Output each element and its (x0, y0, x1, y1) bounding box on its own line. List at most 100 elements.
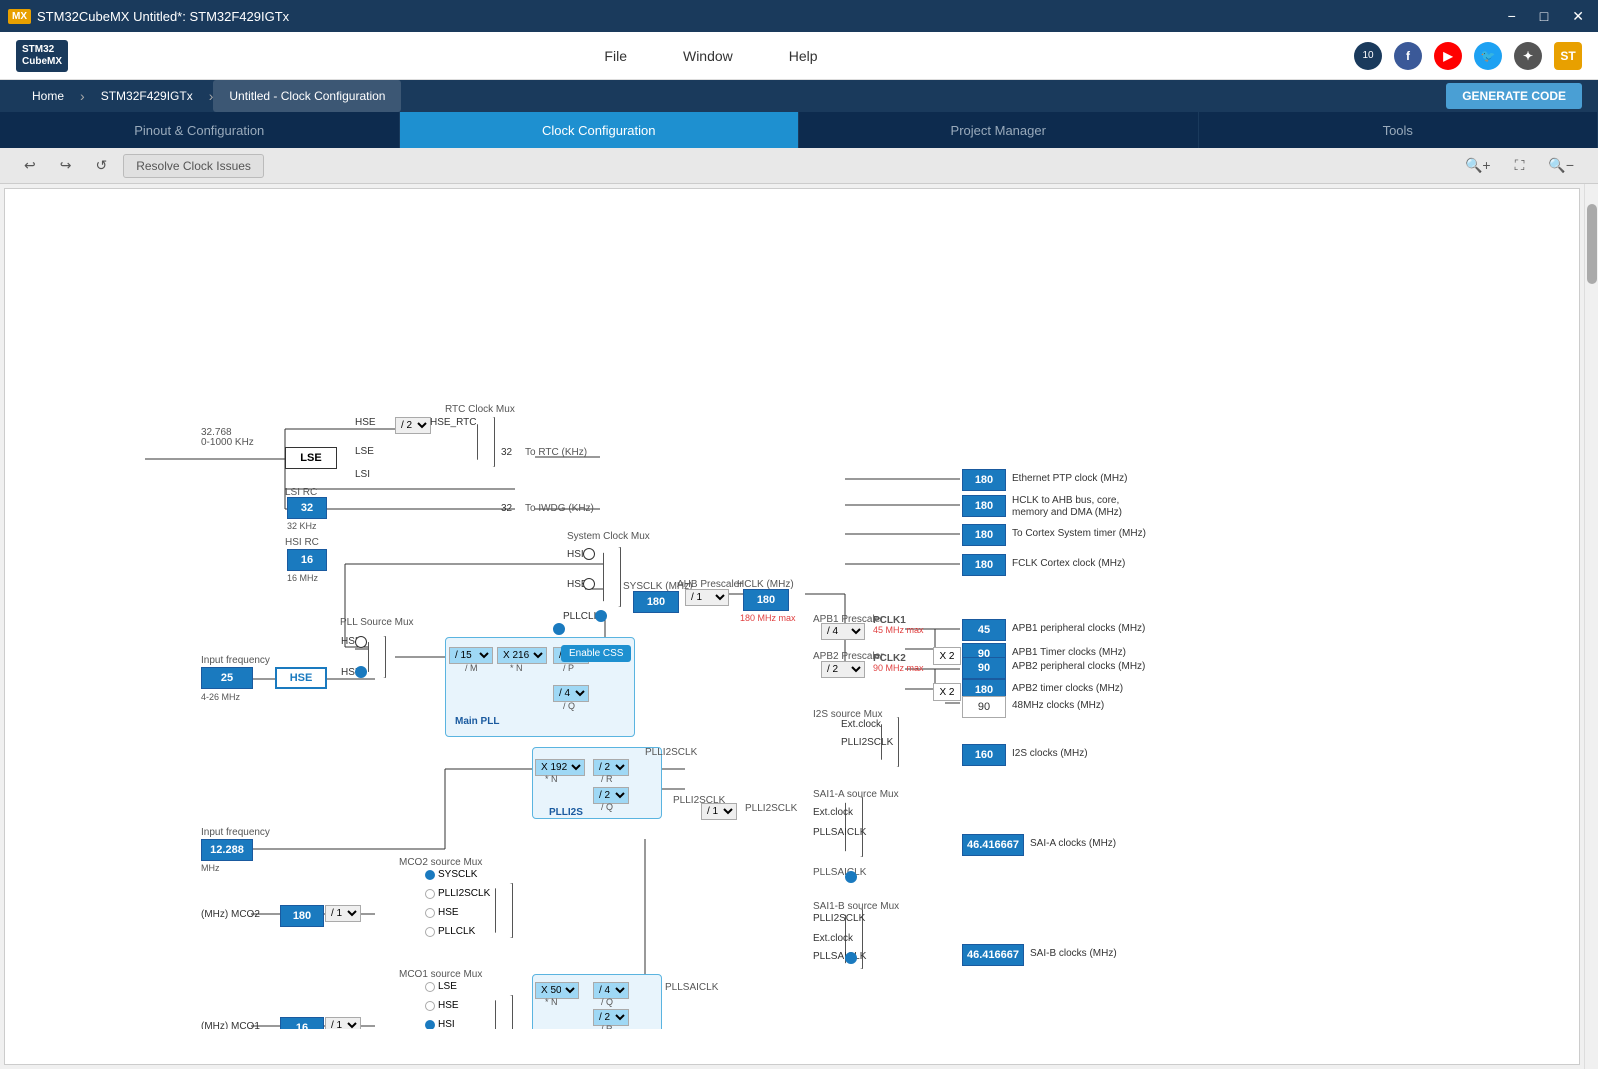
plli2s-n-select[interactable]: X 192X 216 (535, 759, 585, 776)
mco1-hsi-radio[interactable] (425, 1020, 435, 1030)
breadcrumb-current[interactable]: Untitled - Clock Configuration (213, 80, 401, 112)
ext-clock-sai-a: Ext.clock (813, 807, 853, 818)
close-button[interactable]: ✕ (1566, 8, 1590, 25)
cortex-sys-label: To Cortex System timer (MHz) (1012, 528, 1146, 539)
hse-freq-value[interactable]: 25 (201, 667, 253, 689)
pllsaiclk-sai-a: PLLSAICLK (813, 827, 866, 838)
scrollbar[interactable] (1584, 184, 1598, 1069)
sys-hse-radio[interactable] (583, 578, 595, 590)
mco1-source-label: MCO1 source Mux (399, 969, 482, 980)
generate-code-button[interactable]: GENERATE CODE (1446, 83, 1582, 109)
48mhz-val: 90 (962, 696, 1006, 718)
ahb-div-select[interactable]: / 1/ 2/ 4 (685, 589, 729, 606)
sys-pllclk-radio[interactable] (595, 610, 607, 622)
apb2-div-select[interactable]: / 2/ 1/ 4/ 8/ 16 (821, 661, 865, 678)
mco2-pllclk-radio[interactable] (425, 927, 435, 937)
hclk-value[interactable]: 180 (743, 589, 789, 611)
resolve-clock-issues-button[interactable]: Resolve Clock Issues (123, 154, 264, 178)
zoom-out-button[interactable]: 🔍− (1540, 153, 1582, 178)
lsi-khz: 32 KHz (287, 521, 317, 531)
window-controls: − □ ✕ (1502, 8, 1590, 25)
n-mul-select[interactable]: X 216X 192X 432 (497, 647, 547, 664)
plli2sclk-label1: PLLI2SCLK (645, 747, 697, 758)
twitter-icon[interactable]: 🐦 (1474, 42, 1502, 70)
mco2-source-label: MCO2 source Mux (399, 857, 482, 868)
apb1-peripheral-val: 45 (962, 619, 1006, 641)
network-icon[interactable]: ✦ (1514, 42, 1542, 70)
mco2-hse-radio[interactable] (425, 908, 435, 918)
mco2-sysclk-radio[interactable] (425, 870, 435, 880)
refresh-button[interactable]: ↺ (87, 153, 115, 178)
minimize-button[interactable]: − (1502, 8, 1522, 25)
zoom-in-button[interactable]: 🔍+ (1457, 153, 1499, 178)
sai-b-val: 46.416667 (962, 944, 1024, 966)
ethernet-label: Ethernet PTP clock (MHz) (1012, 473, 1127, 484)
m-div-select[interactable]: / 15/ 4/ 8 (449, 647, 493, 664)
lse-box: LSE (285, 447, 337, 469)
sys-hsi-radio[interactable] (583, 548, 595, 560)
mco1-hse-radio[interactable] (425, 1001, 435, 1011)
pll-hsi-radio[interactable] (355, 636, 367, 648)
breadcrumb-chip[interactable]: STM32F429IGTx (85, 80, 209, 112)
tab-pinout[interactable]: Pinout & Configuration (0, 112, 400, 148)
hclk-ahb-val: 180 (962, 495, 1006, 517)
social-icons: 10 f ▶ 🐦 ✦ ST (1354, 42, 1582, 70)
maximize-button[interactable]: □ (1534, 8, 1554, 25)
fit-button[interactable]: ⛶ (1507, 153, 1533, 178)
i2s-label: I2S clocks (MHz) (1012, 748, 1088, 759)
mco1-mux (495, 995, 513, 1029)
facebook-icon[interactable]: f (1394, 42, 1422, 70)
plli2s-q-label: / Q (601, 802, 613, 812)
mco2-div-select[interactable]: / 1/ 2/ 4 (325, 905, 361, 922)
redo-button[interactable]: ↪ (52, 153, 80, 178)
pllsai-radio-selected[interactable] (845, 871, 857, 883)
to-rtc-val: 32 (501, 447, 512, 458)
scrollbar-thumb[interactable] (1587, 204, 1597, 284)
diagram-svg (5, 189, 1165, 1029)
q-label: / Q (563, 701, 575, 711)
fclk-label: FCLK Cortex clock (MHz) (1012, 558, 1125, 569)
plli2sclk-sai-b: PLLI2SCLK (813, 913, 865, 924)
tab-clock[interactable]: Clock Configuration (400, 112, 800, 148)
sai-a-source-label: SAI1-A source Mux (813, 789, 899, 800)
hse-rtc-tag: HSE_RTC (430, 417, 477, 428)
app-title: STM32CubeMX Untitled*: STM32F429IGTx (37, 9, 289, 24)
i2s-freq-value[interactable]: 12.288 (201, 839, 253, 861)
hse-div2-box[interactable]: / 2/ 4/ 8 (395, 417, 431, 434)
pll-source-mux (368, 636, 386, 678)
apb1-div-select[interactable]: / 4/ 1/ 2/ 8/ 16 (821, 623, 865, 640)
ethernet-val: 180 (962, 469, 1006, 491)
sysclk-mux (603, 547, 621, 607)
breadcrumb-home[interactable]: Home (16, 80, 80, 112)
youtube-icon[interactable]: ▶ (1434, 42, 1462, 70)
enable-css-button[interactable]: Enable CSS (561, 645, 631, 662)
undo-button[interactable]: ↩ (16, 153, 44, 178)
mco1-radios: LSE HSE HSI PLLCLK (425, 981, 475, 1029)
diagram-canvas: 0-1000 KHz 32.768 LSE RTC Clock Mux HSE … (5, 189, 1165, 1029)
plli2sclk-div-select[interactable]: / 1/ 2 (701, 803, 737, 820)
tab-project[interactable]: Project Manager (799, 112, 1199, 148)
window-menu[interactable]: Window (675, 44, 741, 68)
breadcrumb: Home › STM32F429IGTx › Untitled - Clock … (0, 80, 1598, 112)
file-menu[interactable]: File (596, 44, 635, 68)
pll-hse-radio[interactable] (355, 666, 367, 678)
mco1-lse-radio[interactable] (425, 982, 435, 992)
pllsaiclk-label: PLLSAICLK (813, 867, 866, 878)
sai-b-pllsai-radio[interactable] (845, 952, 857, 964)
sysclk-value[interactable]: 180 (633, 591, 679, 613)
pllclk-radio-indicator[interactable] (553, 623, 565, 635)
q-div-select[interactable]: / 4/ 2/ 6/ 8 (553, 685, 589, 702)
clock-diagram[interactable]: 0-1000 KHz 32.768 LSE RTC Clock Mux HSE … (4, 188, 1580, 1065)
apb2-peripheral-val: 90 (962, 657, 1006, 679)
mco2-plli2s-radio[interactable] (425, 889, 435, 899)
help-menu[interactable]: Help (781, 44, 826, 68)
mco1-div-select[interactable]: / 1/ 2/ 4 (325, 1017, 361, 1029)
plli2s-r-label: / R (601, 774, 613, 784)
tab-tools[interactable]: Tools (1199, 112, 1598, 148)
sysclk-mux-label: System Clock Mux (567, 531, 650, 542)
plli2sclk-i2s: PLLI2SCLK (841, 737, 893, 748)
main-pll-label: Main PLL (455, 716, 499, 727)
hsi-mhz: 16 MHz (287, 573, 318, 583)
st-icon[interactable]: ST (1554, 42, 1582, 70)
ext-clock-sai-b: Ext.clock (813, 933, 853, 944)
